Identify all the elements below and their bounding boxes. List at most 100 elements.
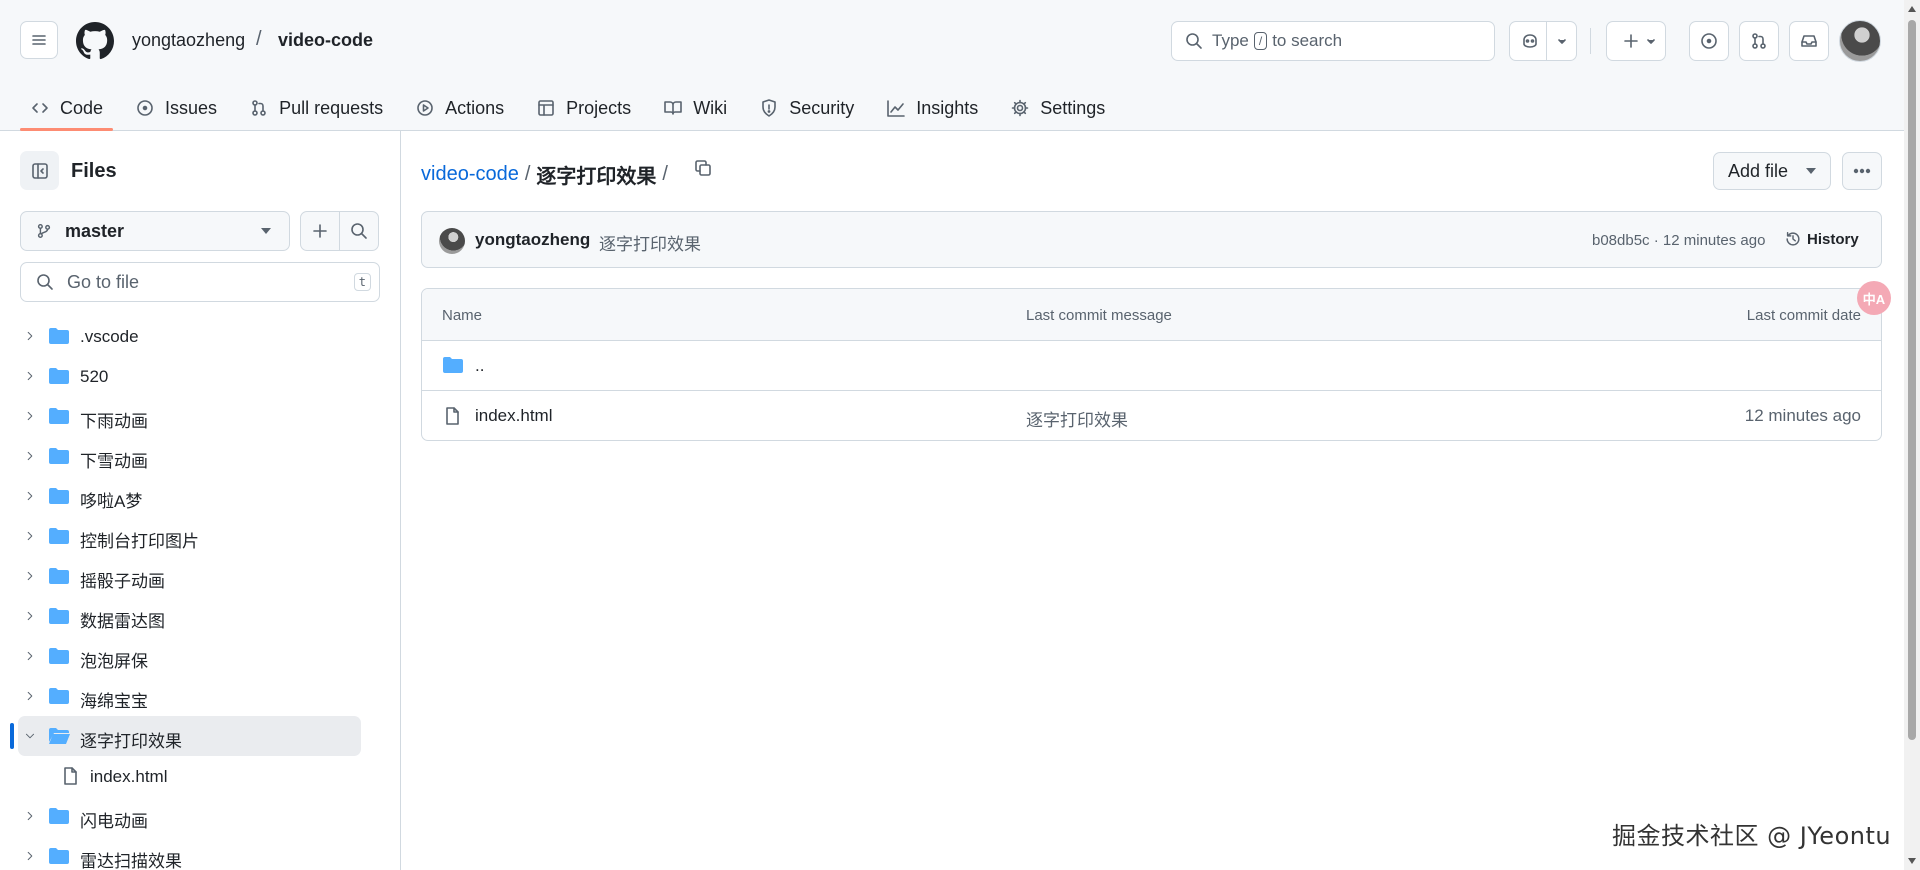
table-row[interactable]: index.html 逐字打印效果 12 minutes ago: [422, 391, 1881, 440]
tab-code[interactable]: Code: [20, 86, 114, 131]
github-logo-icon[interactable]: [76, 22, 114, 60]
folder-icon: [49, 688, 69, 704]
page-scrollbar[interactable]: [1904, 0, 1920, 870]
watermark: 掘金技术社区 @ JYeontu: [1612, 822, 1892, 850]
chevron-right-icon[interactable]: [24, 330, 36, 342]
tab-insights[interactable]: Insights: [876, 86, 988, 130]
tree-item-label: 闪电动画: [80, 812, 148, 831]
file-icon: [64, 767, 77, 785]
create-new-button[interactable]: [1606, 21, 1666, 61]
plus-icon: [313, 224, 327, 238]
tree-item-typewriter[interactable]: 逐字打印效果: [0, 716, 400, 756]
repo-tabs: Code Issues Pull requests Actions Projec…: [20, 86, 1127, 131]
user-avatar[interactable]: [1839, 20, 1881, 62]
tab-label: Insights: [916, 97, 979, 118]
search-suffix: to search: [1272, 31, 1343, 50]
chevron-right-icon[interactable]: [24, 370, 36, 382]
chevron-right-icon[interactable]: [24, 530, 36, 542]
tree-item-index-html[interactable]: index.html: [0, 756, 400, 796]
chevron-right-icon[interactable]: [24, 490, 36, 502]
branch-selector[interactable]: master: [20, 211, 290, 251]
pull-requests-button[interactable]: [1739, 21, 1779, 61]
pull-request-icon: [1752, 33, 1766, 49]
scroll-thumb[interactable]: [1908, 20, 1916, 740]
file-link[interactable]: index.html: [475, 406, 552, 426]
commit-author-avatar[interactable]: [439, 228, 465, 254]
tab-label: Issues: [165, 97, 218, 118]
more-options-button[interactable]: [1842, 152, 1882, 190]
commit-author[interactable]: yongtaozheng: [475, 230, 590, 250]
tree-item-label: 数据雷达图: [80, 612, 165, 631]
table-row[interactable]: ..: [422, 341, 1881, 391]
chevron-down-icon: [261, 228, 271, 234]
chevron-right-icon[interactable]: [24, 650, 36, 662]
tree-item-vscode[interactable]: .vscode: [0, 316, 400, 356]
tab-projects[interactable]: Projects: [526, 86, 641, 130]
commit-hash-time[interactable]: b08db5c · 12 minutes ago: [1592, 232, 1765, 249]
chevron-down-icon[interactable]: [1552, 31, 1572, 51]
tree-item-bubble[interactable]: 泡泡屏保: [0, 636, 400, 676]
folder-icon: [443, 357, 463, 373]
tree-item-console-image[interactable]: 控制台打印图片: [0, 516, 400, 556]
tree-item-label: .vscode: [80, 327, 139, 346]
chevron-right-icon[interactable]: [24, 410, 36, 422]
chevron-down-icon[interactable]: [24, 730, 36, 742]
scroll-up-arrow-icon[interactable]: [1908, 6, 1916, 12]
tree-item-doraemon[interactable]: 哆啦A梦: [0, 476, 400, 516]
search-shortcut-key: /: [1253, 32, 1268, 50]
chevron-right-icon[interactable]: [24, 850, 36, 862]
chevron-right-icon[interactable]: [24, 450, 36, 462]
folder-icon: [49, 448, 69, 464]
tab-issues[interactable]: Issues: [125, 86, 227, 130]
tab-pull-requests[interactable]: Pull requests: [239, 86, 393, 130]
commit-message[interactable]: 逐字打印效果: [599, 230, 701, 255]
menu-button[interactable]: [20, 21, 58, 59]
issues-button[interactable]: [1689, 21, 1729, 61]
tab-actions[interactable]: Actions: [405, 86, 514, 130]
tree-item-spongebob[interactable]: 海绵宝宝: [0, 676, 400, 716]
gear-icon: [1011, 99, 1029, 117]
copy-icon: [695, 160, 711, 176]
collapse-sidebar-button[interactable]: [20, 151, 59, 190]
parent-dir-link[interactable]: ..: [475, 356, 484, 376]
breadcrumb-trailing-separator: /: [662, 163, 668, 185]
folder-icon: [49, 608, 69, 624]
chevron-right-icon[interactable]: [24, 690, 36, 702]
tree-item-radar-scan[interactable]: 雷达扫描效果: [0, 836, 400, 870]
tree-item-label: 哆啦A梦: [80, 492, 143, 511]
copy-path-button[interactable]: [693, 158, 713, 178]
tree-item-rain[interactable]: 下雨动画: [0, 396, 400, 436]
go-to-file-input[interactable]: Go to file t: [20, 262, 380, 302]
inbox-button[interactable]: [1789, 21, 1829, 61]
breadcrumb-repo-link[interactable]: video-code: [421, 163, 519, 186]
tab-settings[interactable]: Settings: [1000, 86, 1115, 130]
tab-security[interactable]: Security: [749, 86, 864, 130]
history-button[interactable]: History: [1784, 230, 1859, 248]
tree-item-lightning[interactable]: 闪电动画: [0, 796, 400, 836]
folder-icon: [49, 528, 69, 544]
tree-item-label: 泡泡屏保: [80, 652, 148, 671]
add-file-label: Add file: [1728, 160, 1789, 181]
branch-name: master: [65, 220, 125, 241]
add-file-button[interactable]: [300, 211, 340, 251]
issue-icon: [1701, 33, 1717, 49]
scroll-down-arrow-icon[interactable]: [1908, 858, 1916, 864]
owner-link[interactable]: yongtaozheng: [132, 30, 245, 51]
search-input[interactable]: Type / to search: [1171, 21, 1495, 61]
breadcrumb-separator: /: [524, 163, 531, 185]
tree-item-snow[interactable]: 下雪动画: [0, 436, 400, 476]
tab-wiki[interactable]: Wiki: [653, 86, 737, 130]
tree-item-520[interactable]: 520: [0, 356, 400, 396]
chevron-right-icon[interactable]: [24, 810, 36, 822]
row-commit-message[interactable]: 逐字打印效果: [1026, 406, 1128, 431]
search-files-button[interactable]: [339, 211, 379, 251]
tree-item-radar-chart[interactable]: 数据雷达图: [0, 596, 400, 636]
repo-link[interactable]: video-code: [278, 30, 373, 51]
book-icon: [664, 101, 682, 115]
add-file-button[interactable]: Add file: [1713, 152, 1831, 190]
chevron-right-icon[interactable]: [24, 570, 36, 582]
chevron-right-icon[interactable]: [24, 610, 36, 622]
translate-extension-icon[interactable]: 中A: [1857, 281, 1891, 315]
copilot-button[interactable]: [1509, 21, 1577, 61]
tree-item-dice[interactable]: 摇骰子动画: [0, 556, 400, 596]
